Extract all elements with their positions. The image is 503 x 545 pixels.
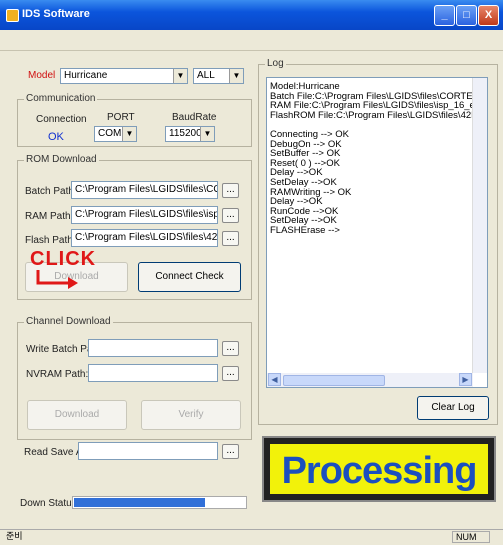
batch-path-field[interactable]: C:\Program Files\LGIDS\files\CORTEZ [71,181,218,199]
scroll-thumb[interactable] [283,375,385,386]
status-bar: 준비 NUM [0,529,503,545]
down-status-progress [72,496,247,509]
rom-download-title: ROM Download [24,154,99,165]
log-horizontal-scrollbar[interactable]: ◀ ▶ [267,373,473,387]
batch-path-label: Batch Path: [25,186,77,197]
baudrate-select-value: 115200 [169,128,202,139]
log-title: Log [265,58,286,69]
ram-path-label: RAM Path: [25,211,74,222]
baudrate-select[interactable]: 115200 ▼ [165,126,215,142]
clear-log-button[interactable]: Clear Log [417,396,489,420]
channel-download-title: Channel Download [24,316,113,327]
filter-select[interactable]: ALL ▼ [193,68,244,84]
model-label: Model [28,70,56,81]
app-icon [6,9,19,22]
chevron-down-icon[interactable]: ▼ [122,127,136,141]
port-select[interactable]: COM 1 ▼ [94,126,137,142]
log-line: FLASHErase --> [270,224,340,236]
processing-banner: Processing [262,436,496,502]
verify-button[interactable]: Verify [141,400,241,430]
chevron-down-icon[interactable]: ▼ [200,127,214,141]
flash-path-value: C:\Program Files\LGIDS\files\42PC5D- [75,232,218,243]
ram-path-field[interactable]: C:\Program Files\LGIDS\files\isp_16_e [71,206,218,224]
model-select-value: Hurricane [64,70,108,81]
flash-path-field[interactable]: C:\Program Files\LGIDS\files\42PC5D- [71,229,218,247]
log-line: FlashROM File:C:\Program Files\LGIDS\fil… [270,109,487,121]
minimize-button[interactable]: _ [434,5,455,26]
flash-path-label: Flash Path: [25,235,76,246]
maximize-button[interactable]: □ [456,5,477,26]
read-save-field[interactable] [78,442,218,460]
connection-status: OK [48,131,64,143]
title-bar: IDS Software _ □ X [0,0,503,30]
status-text: 준비 [6,531,23,541]
batch-browse-button[interactable]: ... [222,183,239,198]
baudrate-label: BaudRate [172,112,217,123]
connection-label: Connection [36,114,87,125]
read-save-browse-button[interactable]: ... [222,444,239,459]
num-lock-indicator: NUM [452,531,490,543]
processing-inner: Processing [270,444,488,494]
chevron-down-icon[interactable]: ▼ [173,69,187,83]
ram-path-value: C:\Program Files\LGIDS\files\isp_16_e [75,209,217,220]
click-arrow-icon [36,270,78,289]
channel-download-button[interactable]: Download [27,400,127,430]
close-button[interactable]: X [478,5,499,26]
log-lines: Model:Hurricane Batch File:C:\Program Fil… [270,82,487,236]
log-vertical-scrollbar[interactable] [472,78,487,373]
window-title: IDS Software [22,8,90,20]
log-textarea[interactable]: Model:Hurricane Batch File:C:\Program Fil… [266,77,488,388]
scroll-left-icon[interactable]: ◀ [268,373,281,386]
chevron-down-icon[interactable]: ▼ [229,69,243,83]
scroll-right-icon[interactable]: ▶ [459,373,472,386]
nvram-browse-button[interactable]: ... [222,366,239,381]
processing-text: Processing [281,450,478,492]
filter-select-value: ALL [197,70,215,81]
flash-browse-button[interactable]: ... [222,231,239,246]
nvram-path-label: NVRAM Path: [26,369,89,380]
write-batch-path-field[interactable] [88,339,218,357]
connect-check-button[interactable]: Connect Check [138,262,241,292]
batch-path-value: C:\Program Files\LGIDS\files\CORTEZ [75,184,217,195]
ram-browse-button[interactable]: ... [222,208,239,223]
communication-title: Communication [24,93,98,104]
nvram-path-field[interactable] [88,364,218,382]
menu-bar [0,30,503,51]
port-label: PORT [107,112,135,123]
down-status-label: Down Status: [20,498,80,509]
write-batch-browse-button[interactable]: ... [222,341,239,356]
progress-fill [74,498,206,507]
model-select[interactable]: Hurricane ▼ [60,68,188,84]
